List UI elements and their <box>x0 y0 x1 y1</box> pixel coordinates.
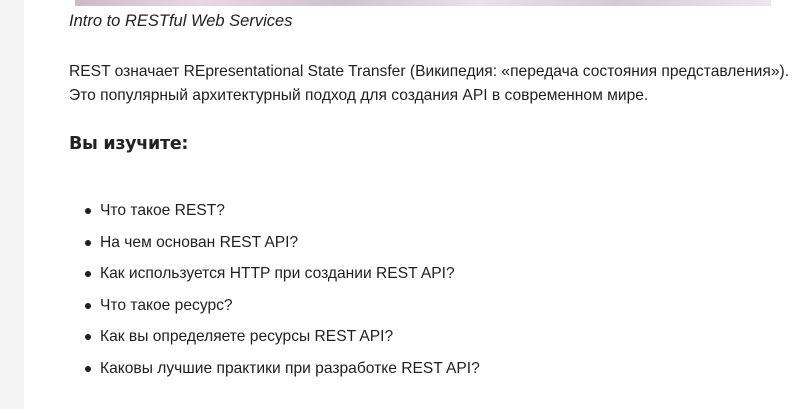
page: Intro to RESTful Web Services REST означ… <box>0 0 792 409</box>
list-item: Что такое REST? <box>69 198 480 230</box>
bullet-icon <box>85 271 91 278</box>
list-item-text: Как используется HTTP при создании REST … <box>100 265 455 283</box>
left-gutter <box>0 0 24 409</box>
list-item: Что такое ресурс? <box>69 293 480 325</box>
list-item: Как используется HTTP при создании REST … <box>69 261 480 293</box>
bullet-icon <box>85 365 91 372</box>
list-item: На чем основан REST API? <box>69 230 480 262</box>
hero-image <box>75 0 771 6</box>
intro-line-1: REST означает REpresentational State Tra… <box>69 63 790 80</box>
list-item: Как вы определяете ресурсы REST API? <box>69 324 480 356</box>
image-caption: Intro to RESTful Web Services <box>69 12 293 30</box>
list-item: Каковы лучшие практики при разработке RE… <box>69 356 480 388</box>
list-item-text: На чем основан REST API? <box>100 233 299 251</box>
bullet-icon <box>85 302 91 309</box>
section-heading: Вы изучите: <box>69 134 189 154</box>
bullet-icon <box>85 208 91 214</box>
bullet-icon <box>85 239 91 246</box>
intro-line-2: Это популярный архитектурный подход для … <box>69 87 649 104</box>
article-content: Intro to RESTful Web Services REST означ… <box>24 0 792 409</box>
list-item-text: Как вы определяете ресурсы REST API? <box>100 328 394 346</box>
topics-list: Что такое REST? На чем основан REST API?… <box>69 198 480 388</box>
bullet-icon <box>85 334 91 341</box>
intro-paragraph: REST означает REpresentational State Tra… <box>69 60 792 108</box>
list-item-text: Что такое REST? <box>100 202 225 219</box>
list-item-text: Каковы лучшие практики при разработке RE… <box>100 359 480 377</box>
list-item-text: Что такое ресурс? <box>100 296 233 314</box>
